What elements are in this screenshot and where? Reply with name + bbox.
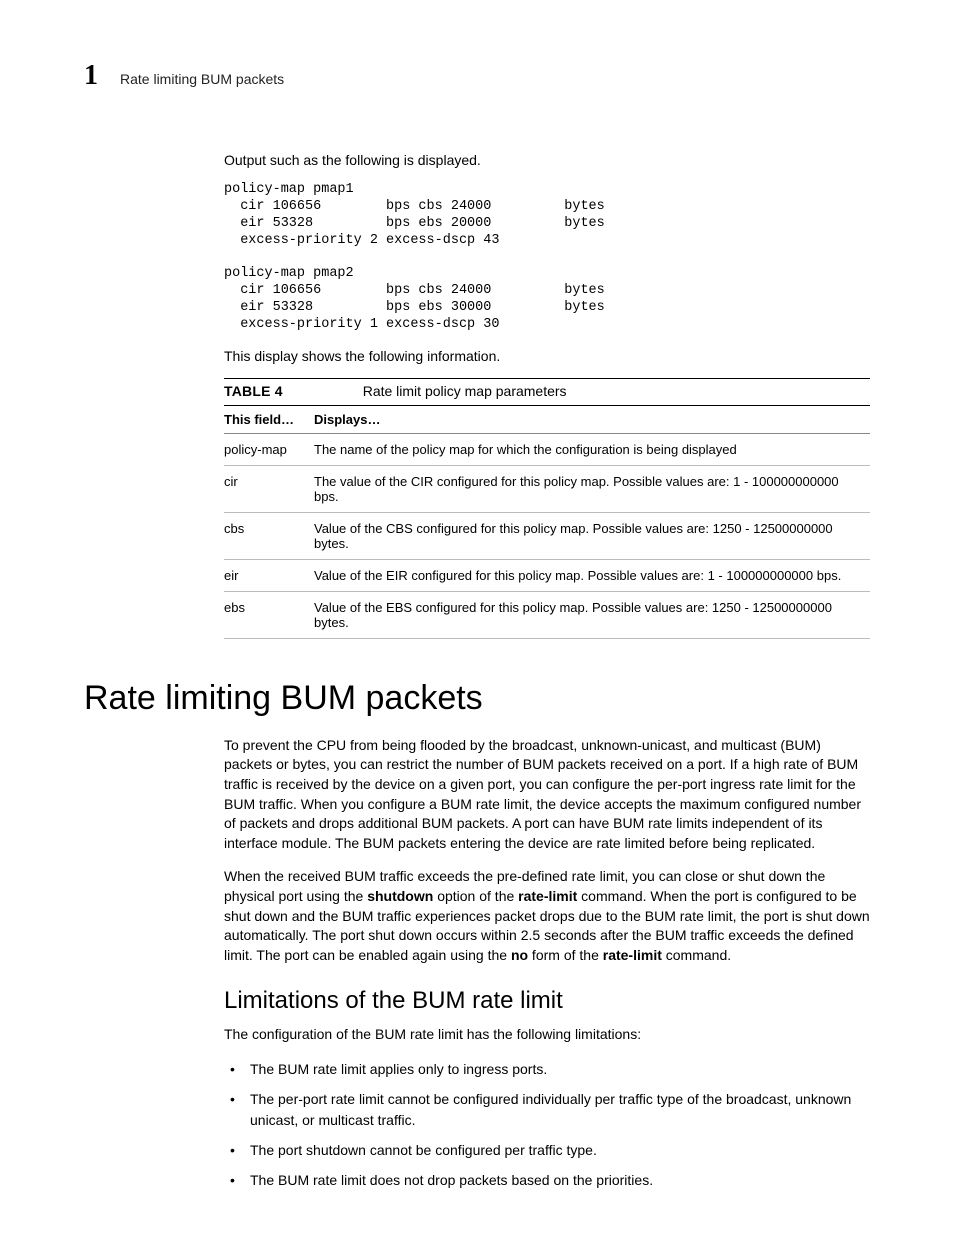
- table-label: TABLE 4: [224, 383, 283, 399]
- table-row: eir Value of the EIR configured for this…: [224, 559, 870, 591]
- th-field: This field…: [224, 405, 314, 433]
- code-output: policy-map pmap1 cir 106656 bps cbs 2400…: [224, 182, 870, 334]
- section-body: To prevent the CPU from being flooded by…: [224, 736, 870, 1191]
- page-header: 1 Rate limiting BUM packets: [84, 60, 870, 92]
- section-para-2: When the received BUM traffic exceeds th…: [224, 867, 870, 965]
- post-code-text: This display shows the following informa…: [224, 348, 870, 364]
- cell-field: ebs: [224, 591, 314, 638]
- cell-desc: The value of the CIR configured for this…: [314, 465, 870, 512]
- p2-seg-e: form of the: [528, 947, 603, 963]
- table-caption-text: Rate limit policy map parameters: [363, 383, 567, 399]
- p2-seg-f: command.: [662, 947, 731, 963]
- bold-rate-limit-2: rate-limit: [603, 947, 662, 963]
- bold-rate-limit-1: rate-limit: [518, 888, 577, 904]
- bold-no: no: [511, 947, 528, 963]
- cell-field: cbs: [224, 512, 314, 559]
- cell-field: policy-map: [224, 433, 314, 465]
- cell-desc: Value of the CBS configured for this pol…: [314, 512, 870, 559]
- th-displays: Displays…: [314, 405, 870, 433]
- params-table: This field… Displays… policy-map The nam…: [224, 405, 870, 639]
- limitations-list: The BUM rate limit applies only to ingre…: [224, 1059, 870, 1190]
- content-column: Output such as the following is displaye…: [224, 152, 870, 639]
- table-row: cbs Value of the CBS configured for this…: [224, 512, 870, 559]
- cell-field: cir: [224, 465, 314, 512]
- list-item: The BUM rate limit applies only to ingre…: [250, 1059, 870, 1079]
- cell-desc: Value of the EIR configured for this pol…: [314, 559, 870, 591]
- cell-desc: Value of the EBS configured for this pol…: [314, 591, 870, 638]
- intro-text: Output such as the following is displaye…: [224, 152, 870, 168]
- cell-desc: The name of the policy map for which the…: [314, 433, 870, 465]
- chapter-number: 1: [84, 60, 98, 92]
- table-caption: TABLE 4 Rate limit policy map parameters: [224, 378, 870, 405]
- subsection-title: Limitations of the BUM rate limit: [224, 987, 870, 1015]
- bold-shutdown: shutdown: [367, 888, 433, 904]
- list-item: The port shutdown cannot be configured p…: [250, 1140, 870, 1160]
- header-title: Rate limiting BUM packets: [120, 71, 284, 87]
- section-para-1: To prevent the CPU from being flooded by…: [224, 736, 870, 854]
- table-row: cir The value of the CIR configured for …: [224, 465, 870, 512]
- cell-field: eir: [224, 559, 314, 591]
- table-4: TABLE 4 Rate limit policy map parameters…: [224, 378, 870, 639]
- table-row: ebs Value of the EBS configured for this…: [224, 591, 870, 638]
- p2-seg-c: option of the: [433, 888, 518, 904]
- table-header-row: This field… Displays…: [224, 405, 870, 433]
- list-item: The BUM rate limit does not drop packets…: [250, 1170, 870, 1190]
- table-row: policy-map The name of the policy map fo…: [224, 433, 870, 465]
- subsection-intro: The configuration of the BUM rate limit …: [224, 1025, 870, 1045]
- list-item: The per-port rate limit cannot be config…: [250, 1089, 870, 1130]
- section-title: Rate limiting BUM packets: [84, 679, 870, 718]
